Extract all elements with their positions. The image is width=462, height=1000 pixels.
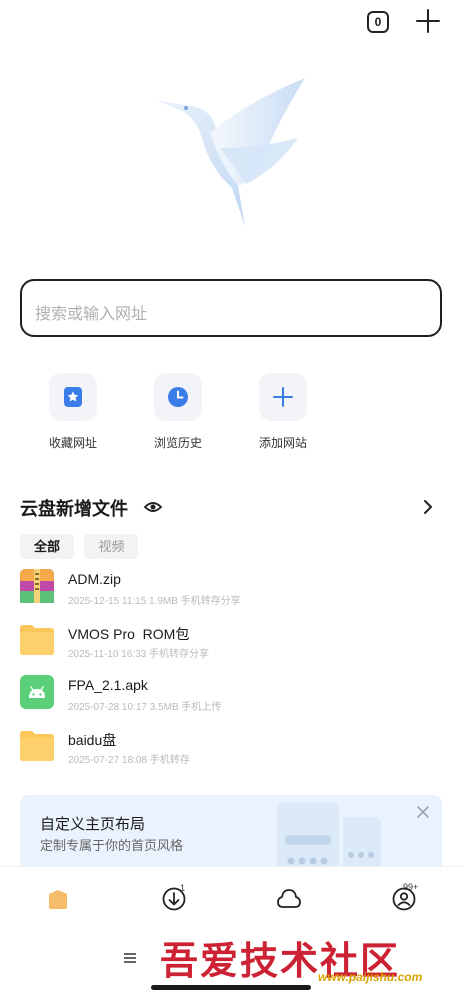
- history-clock-icon: [168, 387, 188, 407]
- list-item[interactable]: FPA_2.1.apk 2025-07-28 10:17 3.5MB 手机上传: [20, 674, 442, 727]
- shortcut-label: 浏览历史: [153, 436, 202, 450]
- folder-icon: [20, 625, 54, 655]
- folder-icon: [20, 731, 54, 761]
- bookmark-star-icon: [64, 387, 82, 407]
- download-badge: 1: [180, 883, 186, 893]
- filter-tabs: 全部 视频: [20, 534, 144, 559]
- top-bar: 0: [0, 8, 462, 38]
- menu-icon[interactable]: [123, 952, 137, 964]
- cloud-icon[interactable]: [275, 885, 303, 913]
- filter-all[interactable]: 全部: [20, 534, 75, 559]
- file-meta: 2025-07-27 18:08 手机转存: [68, 755, 190, 766]
- file-name: FPA_2.1.apk: [68, 677, 148, 693]
- close-icon[interactable]: [416, 805, 430, 819]
- add-icon: [273, 387, 293, 407]
- list-item[interactable]: VMOS Pro ROM包 2025-11-10 16:33 手机转存分享: [20, 621, 442, 674]
- file-meta: 2025-12-15 11:15 1.9MB 手机转存分享: [68, 596, 241, 607]
- shortcut-label: 添加网站: [258, 436, 307, 450]
- filter-video[interactable]: 视频: [84, 534, 139, 559]
- hummingbird-logo: [156, 78, 305, 226]
- file-meta: 2025-07-28 10:17 3.5MB 手机上传: [68, 702, 222, 713]
- list-item[interactable]: baidu盘 2025-07-27 18:08 手机转存: [20, 727, 442, 780]
- shortcut-bookmarks[interactable]: 收藏网址: [33, 373, 113, 451]
- shortcut-label: 收藏网址: [48, 436, 97, 450]
- banner-subtitle: 定制专属于你的首页风格: [40, 838, 184, 853]
- home-indicator[interactable]: [151, 985, 311, 990]
- bottom-navigation: 1 99+: [0, 866, 462, 930]
- file-name: VMOS Pro ROM包: [68, 626, 190, 642]
- file-name: ADM.zip: [68, 571, 121, 587]
- search-input[interactable]: 搜索或输入网址: [20, 279, 442, 337]
- home-icon[interactable]: [44, 885, 72, 913]
- watermark-url: www.paijishu.com: [318, 970, 423, 984]
- profile-badge: 99+: [403, 882, 419, 892]
- search-placeholder: 搜索或输入网址: [35, 306, 148, 323]
- chevron-right-icon[interactable]: [420, 497, 436, 517]
- layout-illustration: [277, 803, 381, 875]
- list-item[interactable]: ADM.zip 2025-12-15 11:15 1.9MB 手机转存分享: [20, 568, 442, 621]
- file-list: ADM.zip 2025-12-15 11:15 1.9MB 手机转存分享 VM…: [20, 568, 442, 780]
- zip-icon: [20, 569, 54, 603]
- file-name: baidu盘: [68, 732, 117, 748]
- customize-homepage-banner[interactable]: 自定义主页布局 定制专属于你的首页风格: [20, 795, 442, 875]
- system-navigation-bar: 吾爱技术社区 www.paijishu.com: [0, 930, 462, 1000]
- file-meta: 2025-11-10 16:33 手机转存分享: [68, 649, 209, 660]
- android-apk-icon: [20, 675, 54, 709]
- shortcut-add-site[interactable]: 添加网站: [243, 373, 323, 451]
- eye-icon[interactable]: [143, 498, 163, 516]
- new-tab-plus-icon[interactable]: [415, 8, 441, 34]
- tab-count-button[interactable]: 0: [367, 11, 389, 33]
- section-title: 云盘新增文件: [20, 499, 128, 519]
- shortcut-history[interactable]: 浏览历史: [138, 373, 218, 451]
- banner-title: 自定义主页布局: [40, 816, 146, 833]
